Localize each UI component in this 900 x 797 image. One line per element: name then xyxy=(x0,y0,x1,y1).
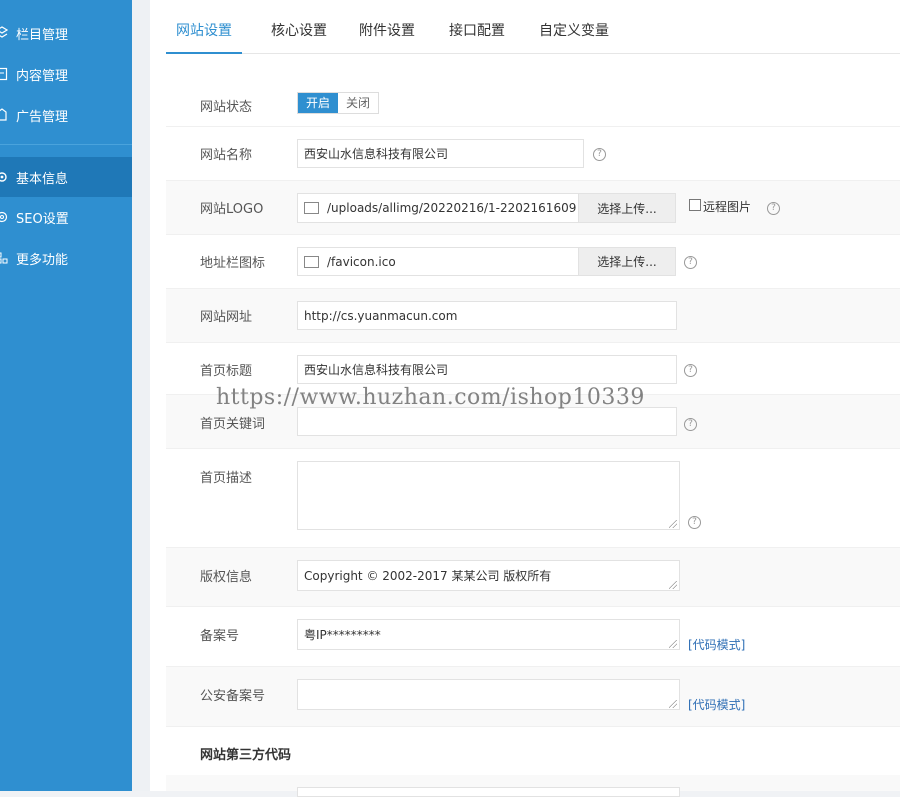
home-keywords-input[interactable] xyxy=(297,407,677,436)
grid-icon xyxy=(0,251,8,265)
status-off-option[interactable]: 关闭 xyxy=(338,93,378,113)
help-icon[interactable]: ? xyxy=(684,418,697,431)
row-police-record: 公安备案号 [代码模式] xyxy=(166,667,900,727)
sidebar-item-basic-info[interactable]: 基本信息 xyxy=(0,157,132,197)
sidebar-divider xyxy=(0,144,132,145)
tab-bar: 网站设置 核心设置 附件设置 接口配置 自定义变量 xyxy=(166,0,900,54)
police-code-mode-link[interactable]: [代码模式] xyxy=(688,696,745,713)
help-icon[interactable]: ? xyxy=(593,148,606,161)
logo-path-input[interactable]: /uploads/allimg/20220216/1-2202161609 xyxy=(297,193,579,223)
image-icon xyxy=(304,202,319,214)
row-site-logo: 网站LOGO /uploads/allimg/20220216/1-220216… xyxy=(166,181,900,235)
site-name-input[interactable]: 西安山水信息科技有限公司 xyxy=(297,139,584,168)
tab-core-settings[interactable]: 核心设置 xyxy=(271,0,327,53)
tab-interface-config[interactable]: 接口配置 xyxy=(449,0,505,53)
field-label: 首页标题 xyxy=(200,364,253,379)
tab-site-settings[interactable]: 网站设置 xyxy=(166,0,242,54)
site-status-toggle[interactable]: 开启 关闭 xyxy=(297,92,379,114)
sidebar-item-seo[interactable]: SEO设置 xyxy=(0,197,132,237)
field-label: 首页描述 xyxy=(200,471,253,486)
help-icon[interactable]: ? xyxy=(767,202,780,215)
help-icon[interactable]: ? xyxy=(684,364,697,377)
sidebar-item-content[interactable]: 内容管理 xyxy=(0,54,132,94)
layers-icon xyxy=(0,26,9,40)
field-label: 网站LOGO xyxy=(200,202,264,217)
help-icon[interactable]: ? xyxy=(688,516,701,529)
tab-attachment-settings[interactable]: 附件设置 xyxy=(359,0,415,53)
content-gutter xyxy=(132,0,150,791)
sidebar-item-label: 基本信息 xyxy=(16,171,69,187)
section-title: 网站第三方代码 xyxy=(200,748,292,763)
field-label: 网站状态 xyxy=(200,100,253,115)
sidebar-item-label: 更多功能 xyxy=(16,252,69,268)
row-site-name: 网站名称 西安山水信息科技有限公司 ? xyxy=(166,127,900,181)
favicon-upload-button[interactable]: 选择上传... xyxy=(578,247,676,276)
sidebar: 栏目管理 内容管理 广告管理 基本信息 SEO设置 更多功能 xyxy=(0,0,132,791)
row-copyright: 版权信息 Copyright © 2002-2017 某某公司 版权所有 xyxy=(166,548,900,607)
third-party-code-textarea[interactable] xyxy=(297,787,680,797)
seo-icon xyxy=(0,210,8,224)
icp-code-mode-link[interactable]: [代码模式] xyxy=(688,636,745,653)
row-site-url: 网站网址 http://cs.yuanmacun.com xyxy=(166,289,900,343)
remote-image-label: 远程图片 xyxy=(703,200,752,214)
field-label: 网站名称 xyxy=(200,148,253,163)
row-icp: 备案号 粤IP********* [代码模式] xyxy=(166,607,900,667)
resize-handle-icon[interactable] xyxy=(669,520,677,528)
resize-handle-icon[interactable] xyxy=(669,640,677,648)
image-icon xyxy=(304,255,319,268)
icp-textarea[interactable]: 粤IP********* xyxy=(297,619,680,650)
sidebar-item-label: 栏目管理 xyxy=(16,27,69,43)
field-label: 网站网址 xyxy=(200,310,253,325)
sidebar-item-more[interactable]: 更多功能 xyxy=(0,238,132,278)
field-label: 备案号 xyxy=(200,629,240,644)
sidebar-item-column[interactable]: 栏目管理 xyxy=(0,13,132,53)
resize-handle-icon[interactable] xyxy=(669,700,677,708)
site-url-input[interactable]: http://cs.yuanmacun.com xyxy=(297,301,677,330)
help-icon[interactable]: ? xyxy=(684,256,697,269)
field-label: 版权信息 xyxy=(200,570,253,585)
field-label: 公安备案号 xyxy=(200,689,266,704)
row-third-party-title: 网站第三方代码 xyxy=(166,727,900,775)
police-record-textarea[interactable] xyxy=(297,679,680,710)
row-favicon: 地址栏图标 /favicon.ico 选择上传... ? xyxy=(166,235,900,289)
sidebar-item-ads[interactable]: 广告管理 xyxy=(0,95,132,135)
status-on-option[interactable]: 开启 xyxy=(298,93,338,113)
row-third-party-code xyxy=(166,775,900,797)
favicon-path-input[interactable]: /favicon.ico xyxy=(297,247,579,276)
resize-handle-icon[interactable] xyxy=(669,581,677,589)
sidebar-item-label: 内容管理 xyxy=(16,68,69,84)
field-label: 地址栏图标 xyxy=(200,256,266,271)
gear-icon xyxy=(0,170,8,184)
row-site-status: 网站状态 开启 关闭 xyxy=(166,74,900,127)
logo-path-value: /uploads/allimg/20220216/1-2202161609 xyxy=(327,201,577,215)
logo-upload-button[interactable]: 选择上传... xyxy=(578,193,676,223)
copyright-textarea[interactable]: Copyright © 2002-2017 某某公司 版权所有 xyxy=(297,560,680,591)
home-title-input[interactable]: 西安山水信息科技有限公司 xyxy=(297,355,677,384)
document-icon xyxy=(0,67,8,81)
sidebar-item-label: SEO设置 xyxy=(16,211,69,227)
row-home-description: 首页描述 ? xyxy=(166,449,900,548)
remote-image-checkbox[interactable] xyxy=(689,199,701,211)
sidebar-item-label: 广告管理 xyxy=(16,109,69,125)
favicon-path-value: /favicon.ico xyxy=(327,254,396,269)
watermark-text: https://www.huzhan.com/ishop10339 xyxy=(216,385,645,410)
home-description-textarea[interactable] xyxy=(297,461,680,530)
tab-custom-variables[interactable]: 自定义变量 xyxy=(539,0,609,53)
field-label: 首页关键词 xyxy=(200,417,266,432)
ad-icon xyxy=(0,108,8,122)
